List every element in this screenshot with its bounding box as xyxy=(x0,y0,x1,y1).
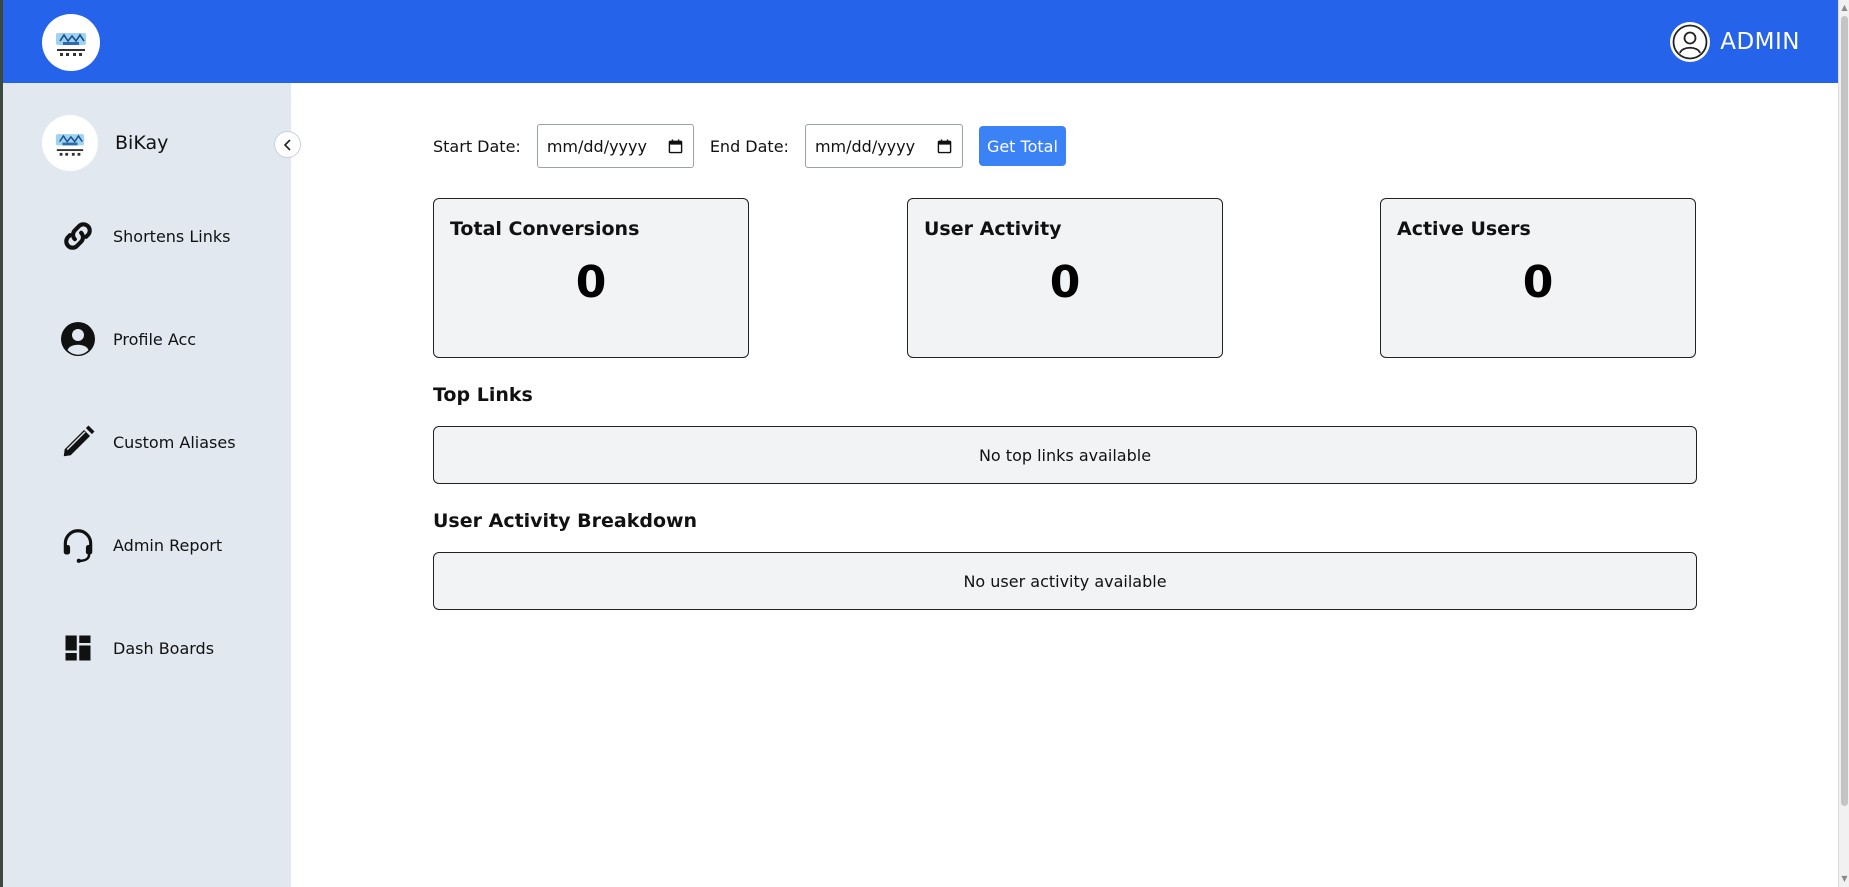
sidebar-item-admin-report[interactable]: Admin Report xyxy=(58,523,222,567)
stat-card-total-conversions: Total Conversions 0 xyxy=(433,198,749,358)
top-links-empty-message: No top links available xyxy=(978,445,1152,465)
sidebar: BiKay Shortens Links Profile Acc Custom … xyxy=(3,83,291,887)
stat-title: Total Conversions xyxy=(450,218,640,240)
activity-breakdown-heading: User Activity Breakdown xyxy=(433,510,698,532)
end-date-input[interactable]: mm/dd/yyyy xyxy=(804,124,963,168)
calendar-icon[interactable] xyxy=(667,138,684,155)
scroll-up-icon[interactable]: ▲ xyxy=(1840,2,1849,14)
sidebar-item-label: Dash Boards xyxy=(113,638,215,658)
scroll-down-icon[interactable]: ▼ xyxy=(1840,873,1849,885)
app-window: ADMIN BiKay Shortens Links Profile Acc C… xyxy=(0,0,1849,887)
brand-logo xyxy=(42,115,98,171)
end-date-value: mm/dd/yyyy xyxy=(814,136,916,156)
user-avatar-icon xyxy=(1670,22,1711,62)
scroll-thumb[interactable] xyxy=(1841,16,1848,806)
stat-value: 0 xyxy=(1522,257,1554,308)
headset-icon xyxy=(58,525,98,565)
sidebar-item-shortens-links[interactable]: Shortens Links xyxy=(58,214,230,258)
date-filter-bar: Start Date: mm/dd/yyyy End Date: mm/dd/y… xyxy=(433,124,1066,168)
sidebar-collapse-button[interactable] xyxy=(274,131,301,158)
user-circle-icon xyxy=(58,319,98,359)
calendar-icon[interactable] xyxy=(936,138,953,155)
stat-title: Active Users xyxy=(1397,218,1531,240)
end-date-label: End Date: xyxy=(709,136,789,156)
bikay-logo-icon xyxy=(56,32,86,56)
chevron-left-icon xyxy=(283,138,291,151)
top-links-panel: No top links available xyxy=(433,426,1697,484)
start-date-input[interactable]: mm/dd/yyyy xyxy=(536,124,694,168)
sidebar-item-custom-aliases[interactable]: Custom Aliases xyxy=(58,420,236,464)
start-date-value: mm/dd/yyyy xyxy=(546,136,647,156)
sidebar-item-label: Shortens Links xyxy=(113,226,231,246)
stat-card-user-activity: User Activity 0 xyxy=(907,198,1223,358)
bikay-logo-icon xyxy=(55,133,85,156)
get-total-button[interactable]: Get Total xyxy=(978,126,1066,166)
activity-breakdown-empty-message: No user activity available xyxy=(963,571,1167,591)
top-links-heading: Top Links xyxy=(433,384,533,406)
brand-name: BiKay xyxy=(115,132,169,154)
stat-card-active-users: Active Users 0 xyxy=(1380,198,1696,358)
header-logo[interactable] xyxy=(42,14,100,71)
sidebar-item-label: Profile Acc xyxy=(113,329,197,349)
stat-title: User Activity xyxy=(924,218,1062,240)
top-bar: ADMIN xyxy=(3,0,1838,83)
link-icon xyxy=(58,216,98,256)
activity-breakdown-panel: No user activity available xyxy=(433,552,1697,610)
sidebar-item-profile-acc[interactable]: Profile Acc xyxy=(58,317,196,361)
sidebar-item-label: Custom Aliases xyxy=(113,432,236,452)
sidebar-item-dash-boards[interactable]: Dash Boards xyxy=(58,626,214,670)
stat-value: 0 xyxy=(1049,257,1081,308)
sidebar-brand: BiKay xyxy=(42,115,168,171)
user-menu[interactable]: ADMIN xyxy=(1670,22,1800,62)
page-scrollbar[interactable]: ▲ ▼ xyxy=(1838,0,1849,887)
dashboard-icon xyxy=(58,628,98,668)
pencil-icon xyxy=(58,422,98,462)
user-name: ADMIN xyxy=(1720,29,1800,55)
sidebar-item-label: Admin Report xyxy=(113,535,223,555)
stat-value: 0 xyxy=(575,257,607,308)
start-date-label: Start Date: xyxy=(433,136,521,156)
